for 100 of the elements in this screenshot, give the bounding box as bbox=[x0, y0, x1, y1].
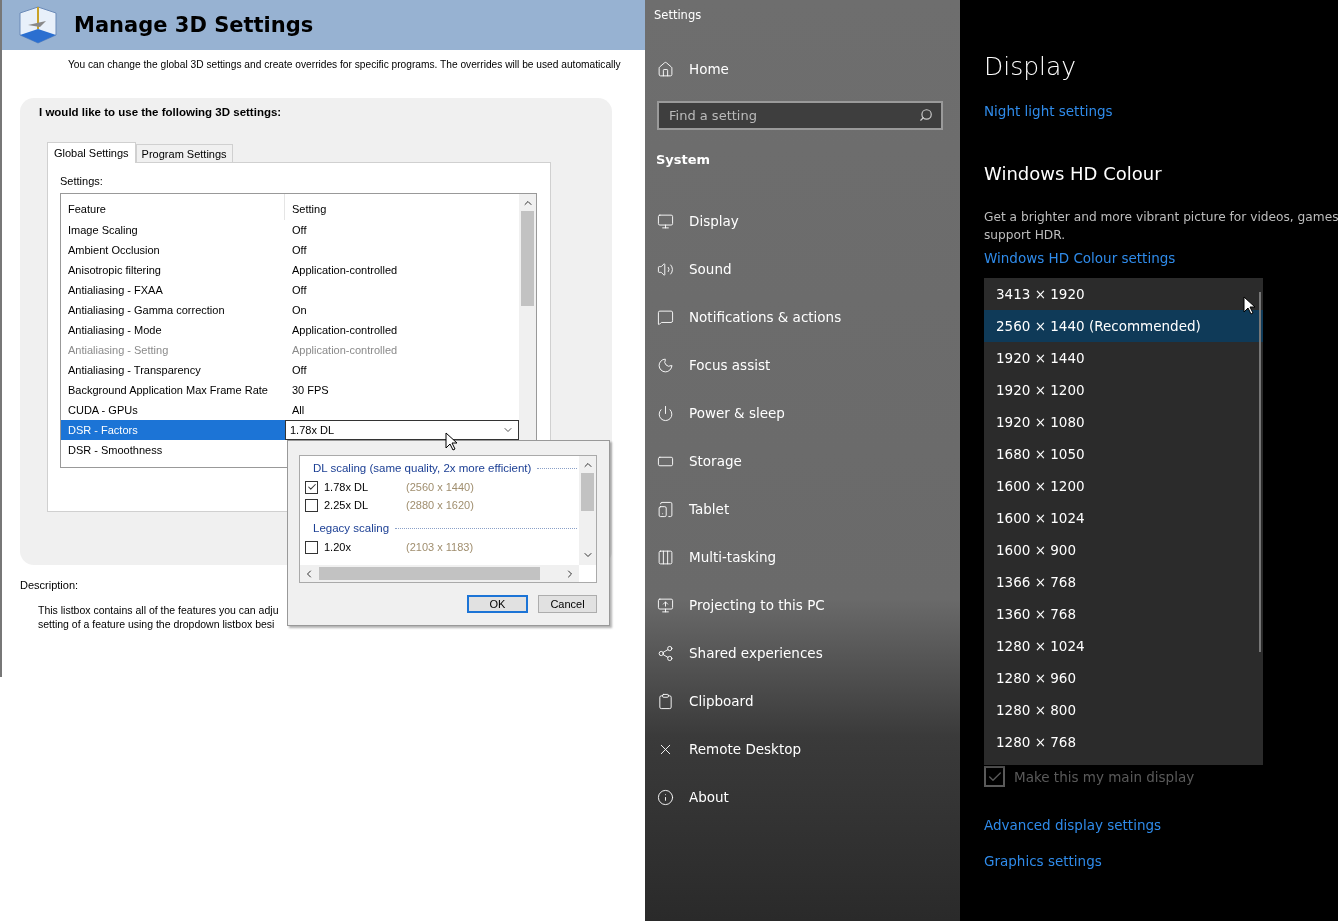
resolution-option[interactable]: 3413 × 1920 bbox=[984, 278, 1263, 310]
resolution-option[interactable]: 1360 × 768 bbox=[984, 598, 1263, 630]
nav-item[interactable]: About bbox=[645, 773, 960, 821]
factor-label: 2.25x DL bbox=[324, 499, 370, 511]
cancel-button[interactable]: Cancel bbox=[538, 595, 597, 613]
window-title: Settings bbox=[654, 8, 703, 22]
night-light-link[interactable]: Night light settings bbox=[984, 103, 1338, 119]
nav-item[interactable]: Multi-tasking bbox=[645, 533, 960, 581]
power-icon bbox=[657, 404, 674, 422]
resolution-option[interactable]: 1920 × 1200 bbox=[984, 374, 1263, 406]
resolution-text: (2880 x 1620) bbox=[406, 499, 474, 511]
message-icon bbox=[657, 308, 674, 326]
cursor-icon bbox=[445, 432, 458, 451]
nav-item[interactable]: Projecting to this PC bbox=[645, 581, 960, 629]
cube-icon bbox=[16, 5, 60, 45]
tablet-icon bbox=[657, 500, 674, 518]
column-header[interactable]: Feature bbox=[61, 194, 285, 220]
nav-item[interactable]: Focus assist bbox=[645, 341, 960, 389]
hd-colour-link[interactable]: Windows HD Colour settings bbox=[984, 250, 1338, 266]
feature-cell[interactable]: CUDA - GPUs bbox=[61, 400, 285, 420]
description-text: This listbox contains all of the features you can adju setting of a feature using the dropdown listbox besi bbox=[38, 603, 279, 631]
setting-dropdown[interactable]: 1.78x DL bbox=[285, 420, 519, 440]
scrollbar[interactable] bbox=[300, 565, 579, 582]
feature-cell[interactable]: Image Scaling bbox=[61, 220, 285, 240]
scrollbar[interactable] bbox=[579, 456, 596, 565]
nav-item[interactable]: Clipboard bbox=[645, 677, 960, 725]
setting-cell-text: Application-controlled bbox=[291, 323, 399, 338]
setting-cell-text: On bbox=[291, 303, 308, 318]
feature-cell[interactable]: Antialiasing - Gamma correction bbox=[61, 300, 285, 320]
nav-item[interactable]: Notifications & actions bbox=[645, 293, 960, 341]
search-icon bbox=[919, 108, 933, 122]
setting-cell-text: Application-controlled bbox=[291, 343, 399, 358]
settings-label: Settings: bbox=[60, 175, 104, 187]
settings-link[interactable]: Graphics settings bbox=[984, 853, 1338, 869]
settings-link[interactable]: Advanced display settings bbox=[984, 817, 1338, 833]
checkbox[interactable] bbox=[305, 540, 318, 554]
feature-cell[interactable]: Antialiasing - Transparency bbox=[61, 360, 285, 380]
feature-cell[interactable]: DSR - Factors bbox=[61, 420, 285, 440]
factor-label: 1.20x bbox=[324, 541, 352, 553]
checkbox-label: Make this my main display bbox=[1014, 768, 1195, 785]
columns-icon bbox=[657, 548, 674, 566]
resolution-option[interactable]: 1280 × 800 bbox=[984, 694, 1263, 726]
resolution-option[interactable]: 1680 × 1050 bbox=[984, 438, 1263, 470]
checkbox[interactable] bbox=[305, 498, 318, 512]
feature-cell[interactable]: DSR - Smoothness bbox=[61, 440, 285, 460]
page-title: Manage 3D Settings bbox=[74, 13, 314, 37]
info-icon bbox=[657, 788, 674, 806]
monitor-icon bbox=[657, 212, 674, 230]
setting-cell-text: Application-controlled bbox=[291, 263, 399, 278]
resolution-option[interactable]: 1600 × 1200 bbox=[984, 470, 1263, 502]
feature-cell[interactable]: Background Application Max Frame Rate bbox=[61, 380, 285, 400]
resolution-option[interactable]: 1600 × 900 bbox=[984, 534, 1263, 566]
nav-item[interactable]: Display bbox=[645, 197, 960, 245]
setting-cell-text: Off bbox=[291, 223, 308, 238]
setting-cell-text: All bbox=[291, 403, 306, 418]
tab[interactable]: Global Settings bbox=[47, 142, 136, 163]
setting-cell-text: Off bbox=[291, 283, 308, 298]
setting-cell-text: Off bbox=[291, 243, 308, 258]
speaker-icon bbox=[657, 260, 674, 278]
section-heading: System bbox=[656, 152, 712, 167]
feature-cell[interactable]: Antialiasing - FXAA bbox=[61, 280, 285, 300]
nav-item[interactable]: Shared experiences bbox=[645, 629, 960, 677]
home-icon bbox=[657, 60, 674, 78]
monitor-icon bbox=[657, 596, 674, 614]
setting-cell-text: Off bbox=[291, 363, 308, 378]
resolution-option[interactable]: 1600 × 1024 bbox=[984, 502, 1263, 534]
group-heading: DL scaling (same quality, 2x more efficient) bbox=[313, 462, 532, 474]
moon-icon bbox=[657, 356, 674, 374]
description-label: Description: bbox=[20, 579, 80, 591]
setting-cell-text: 30 FPS bbox=[291, 383, 330, 398]
ok-button[interactable]: OK bbox=[467, 595, 528, 613]
checkbox[interactable] bbox=[305, 480, 318, 494]
hdr-description: Get a brighter and more vibrant picture for videos, games support HDR. bbox=[984, 209, 1338, 244]
nav-item[interactable]: Home bbox=[645, 45, 960, 93]
resolution-option[interactable]: 1920 × 1080 bbox=[984, 406, 1263, 438]
feature-cell[interactable]: Antialiasing - Mode bbox=[61, 320, 285, 340]
resolution-option[interactable]: 2560 × 1440 (Recommended) bbox=[984, 310, 1263, 342]
resolution-text: (2560 x 1440) bbox=[406, 481, 474, 493]
intro-text: You can change the global 3D settings and create overrides for specific programs. The overrides will be used automatically bbox=[68, 58, 621, 71]
resolution-text: (2103 x 1183) bbox=[406, 541, 474, 553]
clipboard-icon bbox=[657, 692, 674, 710]
resolution-option[interactable]: 1280 × 1024 bbox=[984, 630, 1263, 662]
group-heading: Legacy scaling bbox=[313, 522, 390, 534]
nav-item[interactable]: Power & sleep bbox=[645, 389, 960, 437]
search-field[interactable]: Find a setting bbox=[657, 101, 943, 130]
nav-item[interactable]: Sound bbox=[645, 245, 960, 293]
feature-cell[interactable]: Ambient Occlusion bbox=[61, 240, 285, 260]
group-label: I would like to use the following 3D settings: bbox=[39, 106, 283, 118]
cursor-icon bbox=[1243, 296, 1256, 315]
resolution-option[interactable]: 1280 × 768 bbox=[984, 726, 1263, 758]
resolution-option[interactable]: 1920 × 1440 bbox=[984, 342, 1263, 374]
section-heading: Windows HD Colour bbox=[984, 163, 1163, 184]
tab[interactable]: Program Settings bbox=[135, 144, 233, 163]
resolution-option[interactable]: 1366 × 768 bbox=[984, 566, 1263, 598]
column-header[interactable]: Setting bbox=[285, 194, 519, 220]
nav-item[interactable]: Tablet bbox=[645, 485, 960, 533]
resolution-option[interactable]: 1280 × 960 bbox=[984, 662, 1263, 694]
nav-item[interactable]: Storage bbox=[645, 437, 960, 485]
nav-item[interactable]: Remote Desktop bbox=[645, 725, 960, 773]
feature-cell[interactable]: Anisotropic filtering bbox=[61, 260, 285, 280]
